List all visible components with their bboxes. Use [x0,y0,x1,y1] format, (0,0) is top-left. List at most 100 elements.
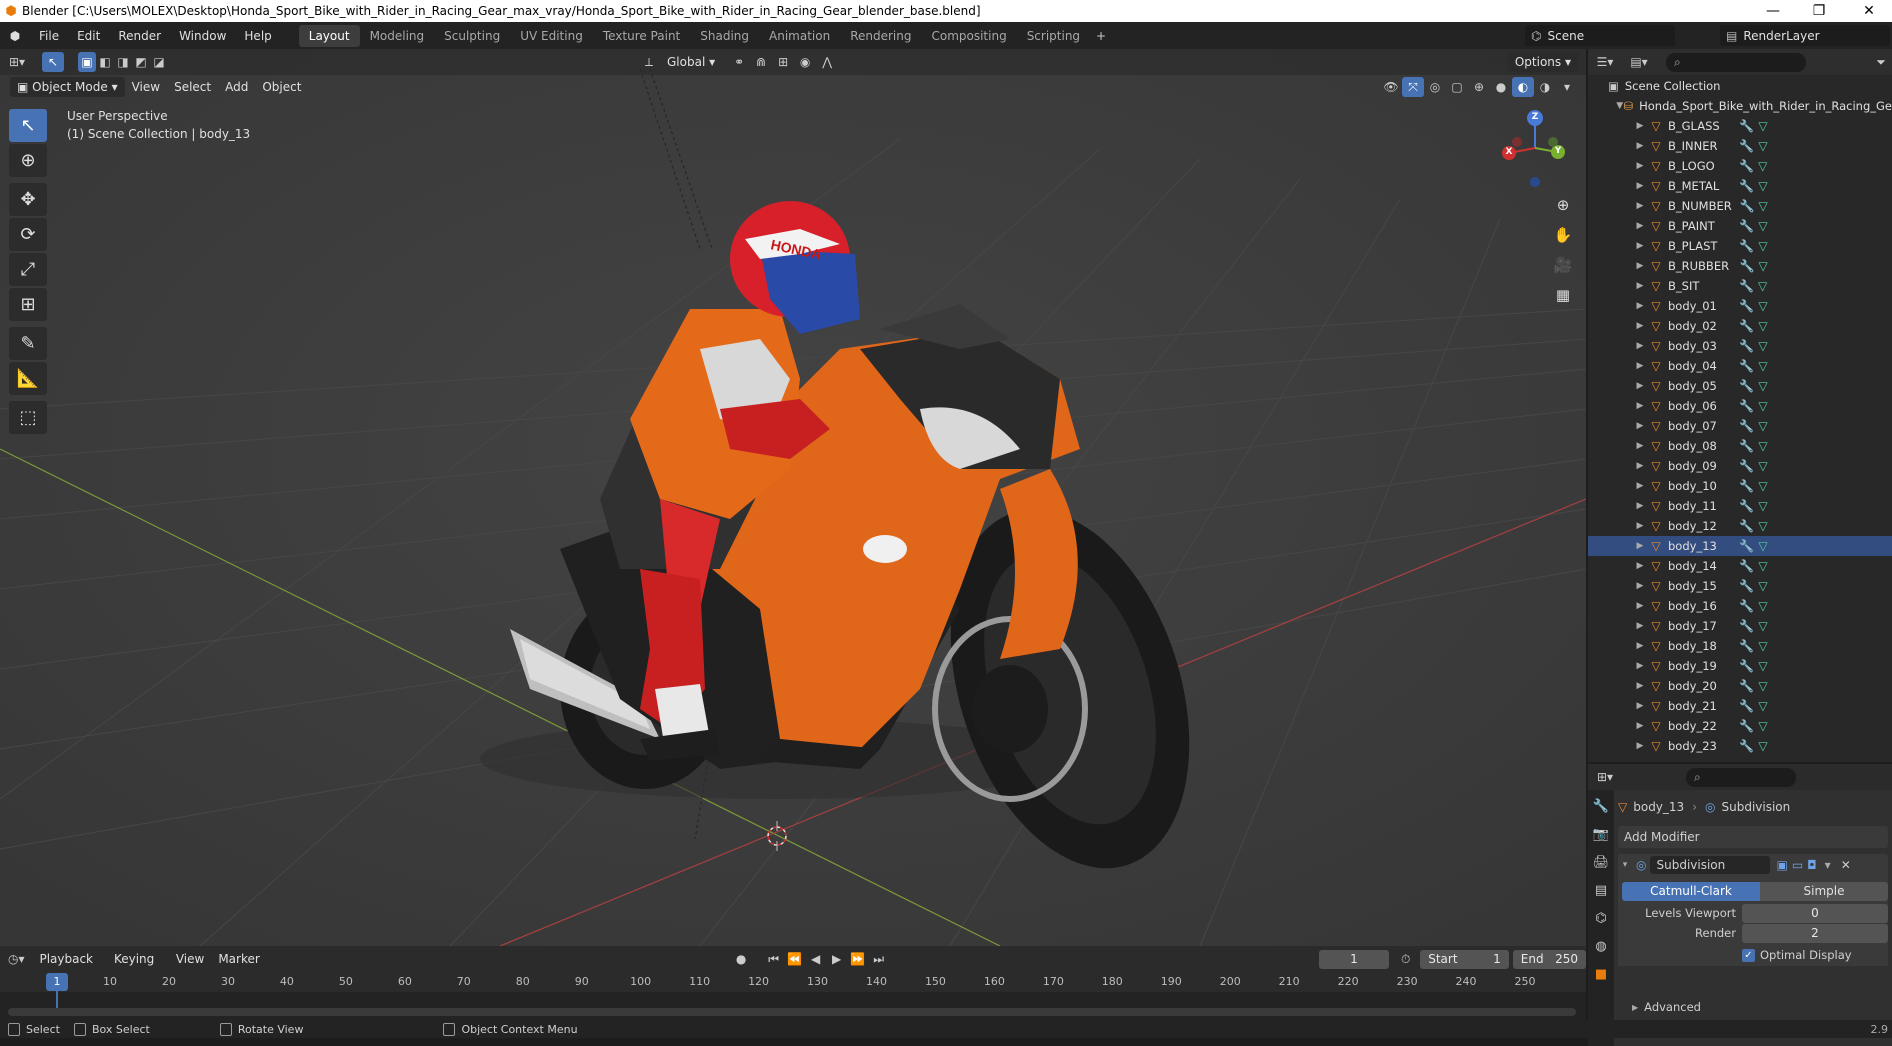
camera-view-icon[interactable]: 🎥 [1549,251,1577,279]
view-layer-selector[interactable]: ▤ RenderLayer [1720,25,1890,46]
outliner-item-b-rubber[interactable]: ▶ ▽ B_RUBBER 🔧 ▽ [1588,256,1892,276]
end-frame-field[interactable]: End 250 [1512,949,1587,969]
outliner-item-body-04[interactable]: ▶ ▽ body_04 🔧 ▽ [1588,356,1892,376]
mesh-data-icon[interactable]: ▽ [1758,679,1767,693]
mesh-data-icon[interactable]: ▽ [1758,579,1767,593]
xray-icon[interactable]: ▢ [1446,77,1468,97]
modifier-wrench-icon[interactable]: 🔧 [1739,619,1754,633]
outliner-item-body-06[interactable]: ▶ ▽ body_06 🔧 ▽ [1588,396,1892,416]
expand-arrow-icon[interactable]: ▶ [1632,521,1648,531]
modifier-wrench-icon[interactable]: 🔧 [1739,699,1754,713]
scene-selector[interactable]: ⌬ Scene [1525,25,1675,46]
expand-arrow-icon[interactable]: ▶ [1632,281,1648,291]
modifier-wrench-icon[interactable]: 🔧 [1739,179,1754,193]
expand-arrow-icon[interactable]: ▶ [1632,401,1648,411]
timeline-scrollbar[interactable] [8,1008,1576,1016]
expand-arrow-icon[interactable]: ▶ [1632,641,1648,651]
outliner-item-body-17[interactable]: ▶ ▽ body_17 🔧 ▽ [1588,616,1892,636]
expand-arrow-icon[interactable]: ▶ [1632,461,1648,471]
timeline-view-menu[interactable]: View [169,949,211,969]
modifier-wrench-icon[interactable]: 🔧 [1739,339,1754,353]
expand-arrow-icon[interactable]: ▶ [1632,621,1648,631]
expand-arrow-icon[interactable]: ▶ [1632,121,1648,131]
mesh-data-icon[interactable]: ▽ [1758,519,1767,533]
outliner-item-body-18[interactable]: ▶ ▽ body_18 🔧 ▽ [1588,636,1892,656]
mesh-data-icon[interactable]: ▽ [1758,319,1767,333]
expand-arrow-icon[interactable]: ▶ [1632,221,1648,231]
prev-keyframe-icon[interactable]: ⏪ [784,949,805,969]
display-mode-icon[interactable]: ▤▾ [1622,52,1656,72]
modifier-collapse-icon[interactable]: ▾ [1618,860,1632,870]
mesh-data-icon[interactable]: ▽ [1758,279,1767,293]
select-extend-icon[interactable]: ◧ [96,52,114,72]
outliner-item-body-08[interactable]: ▶ ▽ body_08 🔧 ▽ [1588,436,1892,456]
outliner-item-b-logo[interactable]: ▶ ▽ B_LOGO 🔧 ▽ [1588,156,1892,176]
outliner-collection[interactable]: ▼ ⛁ Honda_Sport_Bike_with_Rider_in_Racing_… [1588,96,1892,116]
expand-arrow-icon[interactable]: ▶ [1632,261,1648,271]
viewport-menu-object[interactable]: Object [255,77,308,97]
mesh-data-icon[interactable]: ▽ [1758,379,1767,393]
transform-tool-icon[interactable]: ⊞ [9,288,47,321]
modifier-wrench-icon[interactable]: 🔧 [1739,379,1754,393]
wireframe-shading-icon[interactable]: ⊕ [1468,77,1490,97]
advanced-subpanel[interactable]: ▶ Advanced [1632,1000,1701,1014]
remove-modifier-icon[interactable]: ✕ [1841,858,1851,872]
tab-modeling[interactable]: Modeling [360,25,435,47]
outliner-item-body-19[interactable]: ▶ ▽ body_19 🔧 ▽ [1588,656,1892,676]
tab-rendering[interactable]: Rendering [840,25,921,47]
record-keyframe-icon[interactable]: ● [731,949,752,969]
outliner-item-body-07[interactable]: ▶ ▽ body_07 🔧 ▽ [1588,416,1892,436]
start-frame-field[interactable]: Start 1 [1420,949,1509,969]
outliner-item-body-20[interactable]: ▶ ▽ body_20 🔧 ▽ [1588,676,1892,696]
menu-render[interactable]: Render [109,25,170,47]
rendered-shading-icon[interactable]: ◑ [1534,77,1556,97]
edit-mode-toggle-icon[interactable]: ▣ [1776,858,1787,872]
outliner-item-b-inner[interactable]: ▶ ▽ B_INNER 🔧 ▽ [1588,136,1892,156]
levels-viewport-field[interactable]: 0 [1742,904,1888,923]
cursor-tool-icon[interactable]: ⊕ [9,144,47,177]
play-icon[interactable]: ▶ [826,949,847,969]
modifier-wrench-icon[interactable]: 🔧 [1739,599,1754,613]
mesh-data-icon[interactable]: ▽ [1759,199,1768,213]
outliner-item-b-number[interactable]: ▶ ▽ B_NUMBER 🔧 ▽ [1588,196,1892,216]
mesh-data-icon[interactable]: ▽ [1758,719,1767,733]
expand-arrow-icon[interactable]: ▶ [1632,601,1648,611]
modifier-wrench-icon[interactable]: 🔧 [1739,279,1754,293]
mesh-data-icon[interactable]: ▽ [1758,239,1767,253]
outliner-item-body-13[interactable]: ▶ ▽ body_13 🔧 ▽ [1588,536,1892,556]
world-tab-icon[interactable]: ◍ [1590,934,1612,958]
render-toggle-icon[interactable]: ◘ [1807,858,1817,872]
mesh-data-icon[interactable]: ▽ [1758,619,1767,633]
modifier-menu-icon[interactable]: ▾ [1825,858,1831,872]
mesh-data-icon[interactable]: ▽ [1759,259,1768,273]
move-tool-icon[interactable]: ✥ [9,183,47,216]
mesh-data-icon[interactable]: ▽ [1758,399,1767,413]
expand-arrow-icon[interactable]: ▶ [1632,141,1648,151]
tab-uv-editing[interactable]: UV Editing [510,25,593,47]
expand-arrow-icon[interactable]: ▼ [1616,101,1623,111]
outliner-item-body-23[interactable]: ▶ ▽ body_23 🔧 ▽ [1588,736,1892,756]
expand-arrow-icon[interactable]: ▶ [1632,161,1648,171]
mesh-data-icon[interactable]: ▽ [1758,539,1767,553]
add-cube-tool-icon[interactable]: ⬚ [9,401,47,434]
modifier-wrench-icon[interactable]: 🔧 [1739,299,1754,313]
outliner-item-body-15[interactable]: ▶ ▽ body_15 🔧 ▽ [1588,576,1892,596]
mesh-data-icon[interactable]: ▽ [1758,119,1767,133]
timeline-editor-type-icon[interactable]: ◷▾ [0,949,32,969]
modifier-wrench-icon[interactable]: 🔧 [1739,659,1754,673]
scale-tool-icon[interactable]: ⤢ [9,253,47,286]
annotate-tool-icon[interactable]: ✎ [9,327,47,360]
tab-shading[interactable]: Shading [690,25,759,47]
viewport-menu-view[interactable]: View [125,77,167,97]
expand-arrow-icon[interactable]: ▶ [1632,701,1648,711]
preview-range-icon[interactable]: ⏱ [1395,949,1416,969]
mesh-data-icon[interactable]: ▽ [1758,499,1767,513]
modifier-wrench-icon[interactable]: 🔧 [1739,739,1754,753]
outliner-item-body-21[interactable]: ▶ ▽ body_21 🔧 ▽ [1588,696,1892,716]
editor-type-icon[interactable]: ⊞▾ [0,52,34,72]
render-tab-icon[interactable]: 📷 [1590,822,1612,846]
render-levels-field[interactable]: 2 [1742,924,1888,943]
mesh-data-icon[interactable]: ▽ [1758,659,1767,673]
outliner-editor-type-icon[interactable]: ☰▾ [1588,52,1622,72]
add-modifier-button[interactable]: Add Modifier [1618,826,1888,848]
